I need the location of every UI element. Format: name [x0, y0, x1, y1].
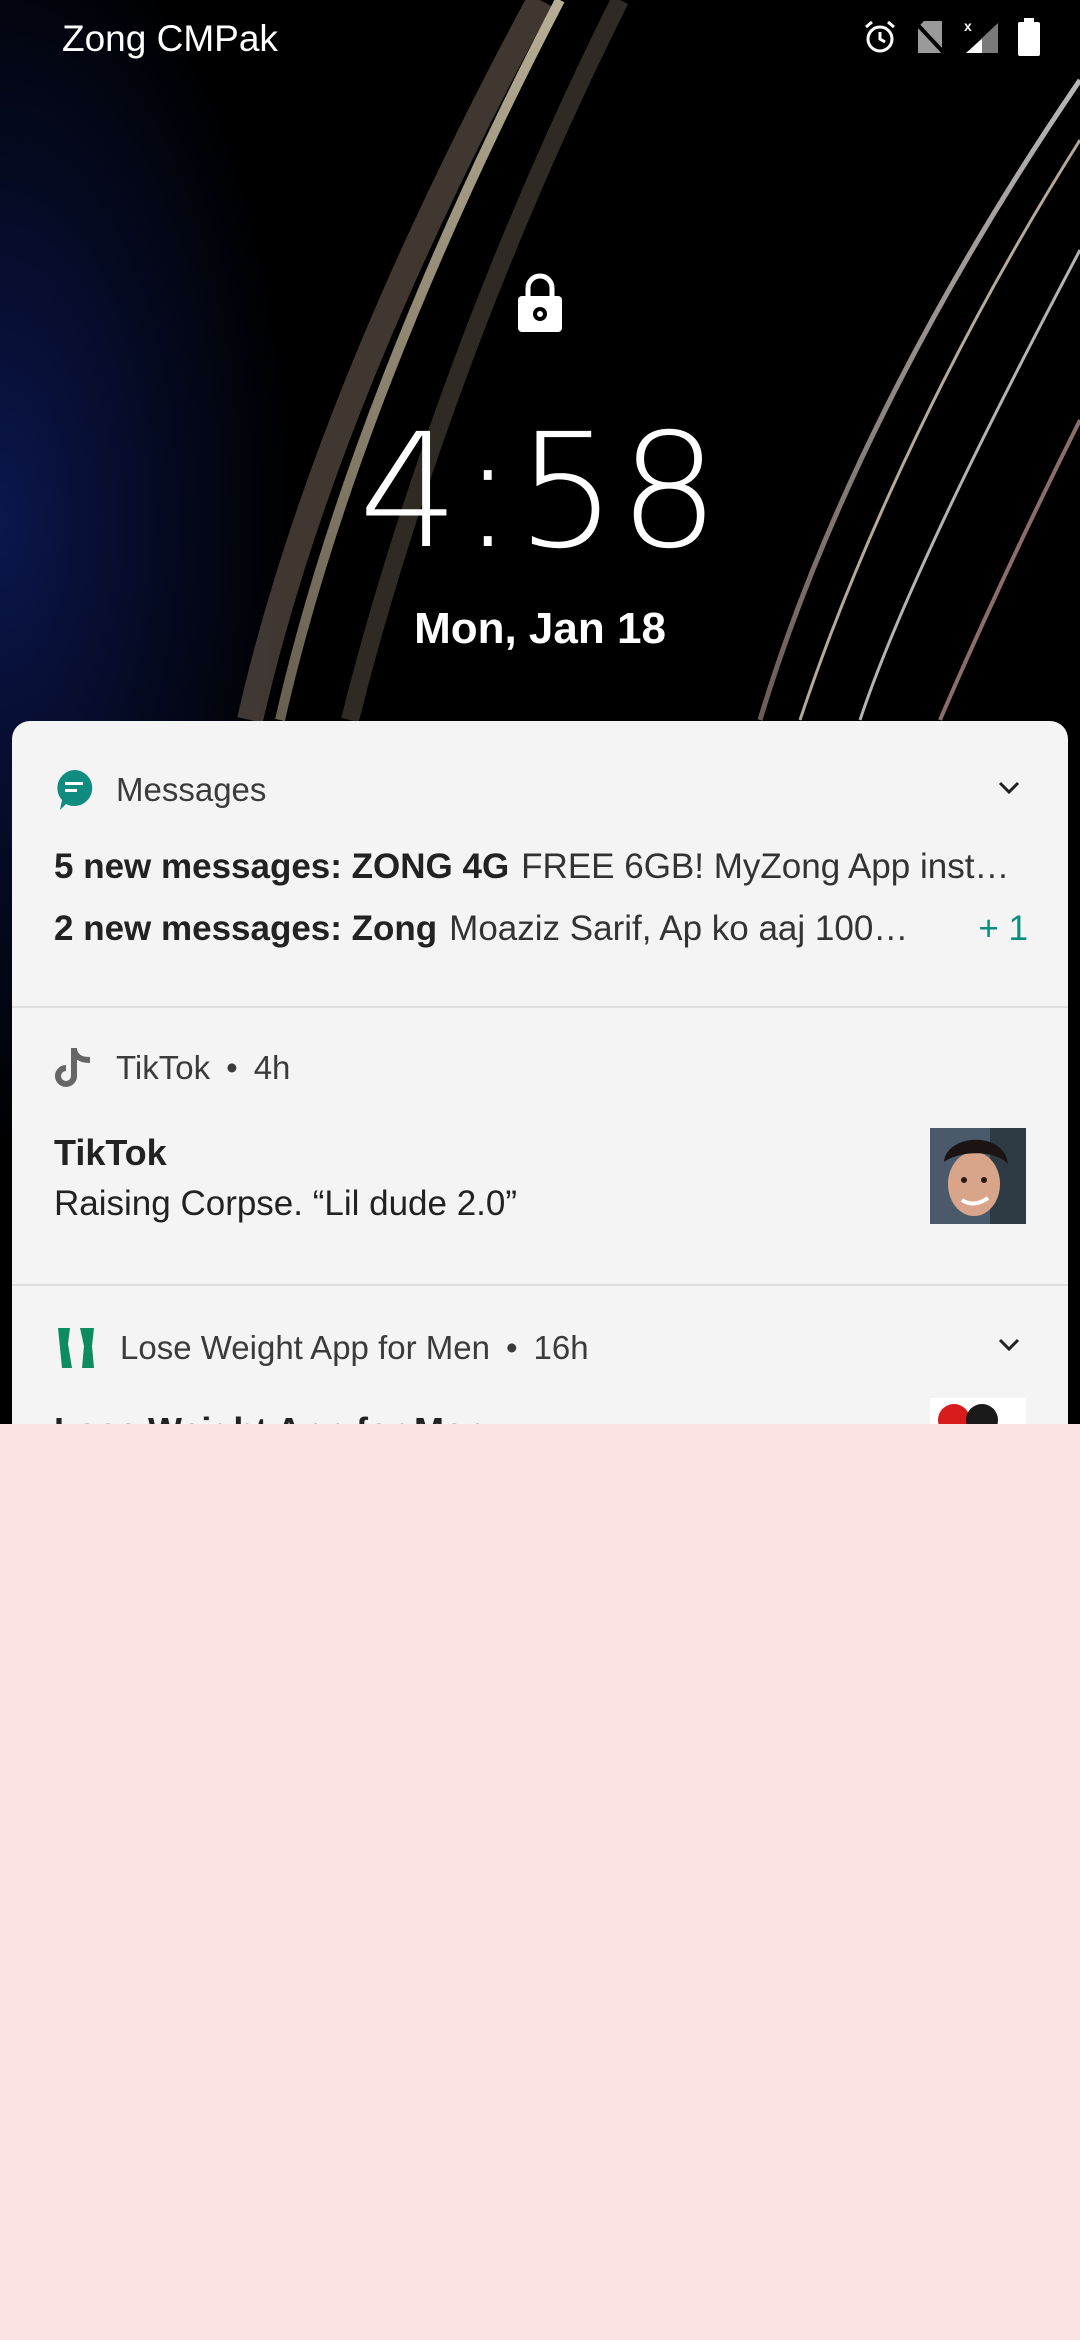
more-count-badge[interactable]: + 1: [978, 909, 1028, 949]
tiktok-thumbnail: [930, 1128, 1026, 1224]
status-icons: x: [862, 18, 1040, 56]
tiktok-notification[interactable]: TikTok • 4h TikTok Raising Corpse. “Lil …: [12, 1008, 1068, 1284]
tiktok-icon: [55, 1048, 91, 1087]
message-preview: Moaziz Sarif, Ap ko aaj 100…: [449, 909, 909, 948]
chevron-down-icon[interactable]: [998, 781, 1020, 795]
messages-notification[interactable]: Messages 5 new messages: ZONG 4G FREE 6GB…: [12, 721, 1068, 1006]
tiktok-app-name: TikTok: [116, 1049, 211, 1086]
messages-header: Messages: [54, 768, 266, 812]
notification-panel: Messages 5 new messages: ZONG 4G FREE 6GB…: [12, 721, 1068, 1424]
carrier-name: Zong CMPak: [62, 18, 278, 59]
loseweight-notification[interactable]: Lose Weight App for Men • 16h Lose Weigh…: [12, 1286, 1068, 1424]
tiktok-header: TikTok • 4h: [54, 1046, 290, 1090]
tiktok-text: Raising Corpse. “Lil dude 2.0”: [54, 1184, 518, 1223]
signal-icon: x: [964, 19, 998, 53]
loseweight-app-name: Lose Weight App for Men: [120, 1329, 490, 1366]
chevron-down-icon[interactable]: [998, 1338, 1020, 1352]
svg-text:x: x: [964, 19, 972, 34]
loseweight-app-icon: [58, 1328, 94, 1368]
separator-dot: •: [505, 1329, 518, 1366]
notification-age: 4h: [253, 1049, 291, 1086]
loseweight-thumbnail: [930, 1398, 1026, 1424]
alarm-icon: [865, 20, 895, 53]
messages-app-icon: [57, 769, 93, 810]
message-sender: 2 new messages: Zong: [54, 909, 438, 948]
message-preview: FREE 6GB! MyZong App inst…: [521, 847, 1010, 886]
tiktok-title: TikTok: [54, 1132, 167, 1173]
message-sender: 5 new messages: ZONG 4G: [54, 847, 510, 886]
lock-icon: [518, 273, 562, 332]
no-sim-icon: [914, 21, 946, 55]
lock-clock: 4:58: [358, 400, 722, 584]
separator-dot: •: [226, 1049, 238, 1086]
loseweight-title: Lose Weight App for Men: [54, 1410, 486, 1424]
notification-age: 16h: [533, 1329, 589, 1366]
message-line-2[interactable]: 2 new messages: Zong Moaziz Sarif, Ap ko …: [54, 909, 934, 949]
messages-app-name: Messages: [116, 771, 267, 808]
message-line-1[interactable]: 5 new messages: ZONG 4G FREE 6GB! MyZong …: [54, 847, 1034, 887]
lock-date: Mon, Jan 18: [414, 604, 666, 653]
loseweight-header: Lose Weight App for Men • 16h: [54, 1324, 589, 1372]
battery-icon: [1018, 18, 1040, 56]
status-bar: Zong CMPak x: [0, 0, 1080, 80]
